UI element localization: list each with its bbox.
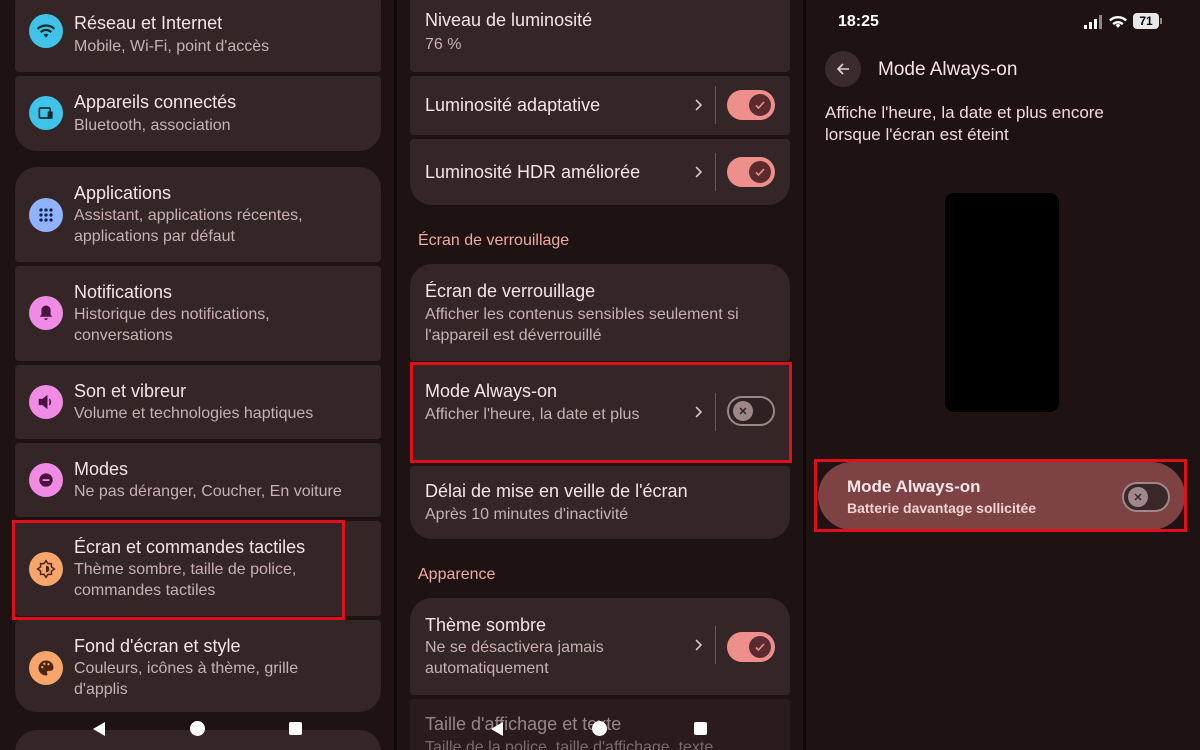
back-button[interactable] xyxy=(825,51,861,87)
check-icon xyxy=(749,636,771,658)
bell-icon xyxy=(29,296,63,330)
appearance-section-header: Apparence xyxy=(418,566,496,583)
nav-recents-icon[interactable] xyxy=(289,722,302,735)
sleep-delay-subtitle: Après 10 minutes d'inactivité xyxy=(425,506,629,523)
brightness-level-title: Niveau de luminosité xyxy=(425,10,593,30)
brightness-level-value: 76 % xyxy=(425,36,462,53)
sleep-delay-title: Délai de mise en veille de l'écran xyxy=(425,481,688,501)
chevron-right-icon xyxy=(695,639,703,651)
hdr-brightness-toggle[interactable] xyxy=(727,157,775,187)
dark-theme-title: Thème sombre xyxy=(425,615,547,635)
settings-item-sound[interactable]: Son et vibreur Volume et technologies ha… xyxy=(15,365,381,439)
settings-item-title: Appareils connectés xyxy=(74,92,237,112)
settings-item-subtitle: Bluetooth, association xyxy=(74,117,231,134)
settings-item-title: Modes xyxy=(74,459,129,479)
settings-item-subtitle: Volume et technologies haptiques xyxy=(74,405,314,422)
settings-item-apps[interactable]: Applications Assistant, applications réc… xyxy=(15,167,381,262)
highlight-display-item xyxy=(12,520,345,620)
settings-main-panel: Réseau et Internet Mobile, Wi-Fi, point … xyxy=(0,0,394,750)
arrow-left-icon xyxy=(836,63,849,75)
settings-item-title: Fond d'écran et style xyxy=(74,636,241,656)
highlight-always-on-setting xyxy=(814,459,1187,532)
settings-item-title: Son et vibreur xyxy=(74,381,187,401)
settings-item-title: Notifications xyxy=(74,282,173,302)
sleep-delay-item[interactable]: Délai de mise en veille de l'écran Après… xyxy=(410,466,790,539)
highlight-always-on-item xyxy=(410,362,792,463)
display-settings-panel: Niveau de luminosité 76 % Luminosité ada… xyxy=(397,0,803,750)
speaker-icon xyxy=(29,385,63,419)
chevron-right-icon xyxy=(695,99,703,111)
hdr-brightness-title: Luminosité HDR améliorée xyxy=(425,162,641,182)
check-icon xyxy=(749,94,771,116)
settings-item-connected-devices[interactable]: Appareils connectés Bluetooth, associati… xyxy=(15,76,381,151)
nav-recents-icon[interactable] xyxy=(694,722,707,735)
navigation-bar xyxy=(0,714,394,744)
minus-circle-icon xyxy=(29,463,63,497)
settings-item-title: Réseau et Internet xyxy=(74,13,223,33)
nav-back-icon[interactable] xyxy=(491,722,503,736)
page-description: Affiche l'heure, la date et plus encore … xyxy=(825,103,1104,144)
lock-screen-subtitle: Afficher les contenus sensibles seulemen… xyxy=(425,306,739,344)
lock-screen-title: Écran de verrouillage xyxy=(425,281,596,301)
phone-preview-image xyxy=(945,193,1059,412)
settings-item-title: Applications xyxy=(74,183,172,203)
apps-grid-icon xyxy=(29,198,63,232)
battery-level: 71 xyxy=(1139,14,1153,28)
settings-item-notifications[interactable]: Notifications Historique des notificatio… xyxy=(15,266,381,361)
wifi-icon xyxy=(29,14,63,48)
settings-item-modes[interactable]: Modes Ne pas déranger, Coucher, En voitu… xyxy=(15,443,381,517)
chevron-right-icon xyxy=(695,166,703,178)
nav-back-icon[interactable] xyxy=(93,722,105,736)
lock-screen-section-header: Écran de verrouillage xyxy=(418,232,570,249)
settings-item-subtitle: Mobile, Wi-Fi, point d'accès xyxy=(74,38,270,55)
settings-item-wallpaper[interactable]: Fond d'écran et style Couleurs, icônes à… xyxy=(15,620,381,712)
lock-screen-item[interactable]: Écran de verrouillage Afficher les conte… xyxy=(410,264,790,361)
battery-icon: 71 xyxy=(1133,13,1159,29)
dark-theme-toggle[interactable] xyxy=(727,632,775,662)
wifi-status-icon xyxy=(1109,15,1127,28)
dark-theme-item[interactable]: Thème sombre Ne se désactivera jamais au… xyxy=(410,598,790,695)
adaptive-brightness-toggle[interactable] xyxy=(727,90,775,120)
brightness-level-item[interactable]: Niveau de luminosité 76 % xyxy=(410,0,790,72)
adaptive-brightness-title: Luminosité adaptative xyxy=(425,95,601,115)
navigation-bar xyxy=(397,714,803,744)
check-icon xyxy=(749,161,771,183)
divider xyxy=(715,153,716,191)
always-on-detail-panel: 18:25 71 Mode Always-on Affiche l'heure,… xyxy=(806,0,1200,750)
settings-item-subtitle: Assistant, applications récentes, applic… xyxy=(74,207,303,245)
page-title: Mode Always-on xyxy=(878,59,1018,80)
settings-item-subtitle: Historique des notifications, conversati… xyxy=(74,306,270,344)
adaptive-brightness-item[interactable]: Luminosité adaptative xyxy=(410,76,790,135)
settings-item-subtitle: Couleurs, icônes à thème, grille d'appli… xyxy=(74,660,299,698)
hdr-brightness-item[interactable]: Luminosité HDR améliorée xyxy=(410,139,790,205)
connected-devices-icon xyxy=(29,96,63,130)
palette-icon xyxy=(29,651,63,685)
battery-tip xyxy=(1160,18,1162,24)
signal-icon xyxy=(1084,15,1102,29)
status-time: 18:25 xyxy=(838,13,879,30)
status-bar: 18:25 71 xyxy=(806,0,1200,40)
settings-item-subtitle: Ne pas déranger, Coucher, En voiture xyxy=(74,483,342,500)
divider xyxy=(715,626,716,664)
settings-item-network[interactable]: Réseau et Internet Mobile, Wi-Fi, point … xyxy=(15,0,381,72)
divider xyxy=(715,86,716,124)
nav-home-icon[interactable] xyxy=(190,721,205,736)
nav-home-icon[interactable] xyxy=(592,721,607,736)
dark-theme-subtitle: Ne se désactivera jamais automatiquement xyxy=(425,639,604,677)
